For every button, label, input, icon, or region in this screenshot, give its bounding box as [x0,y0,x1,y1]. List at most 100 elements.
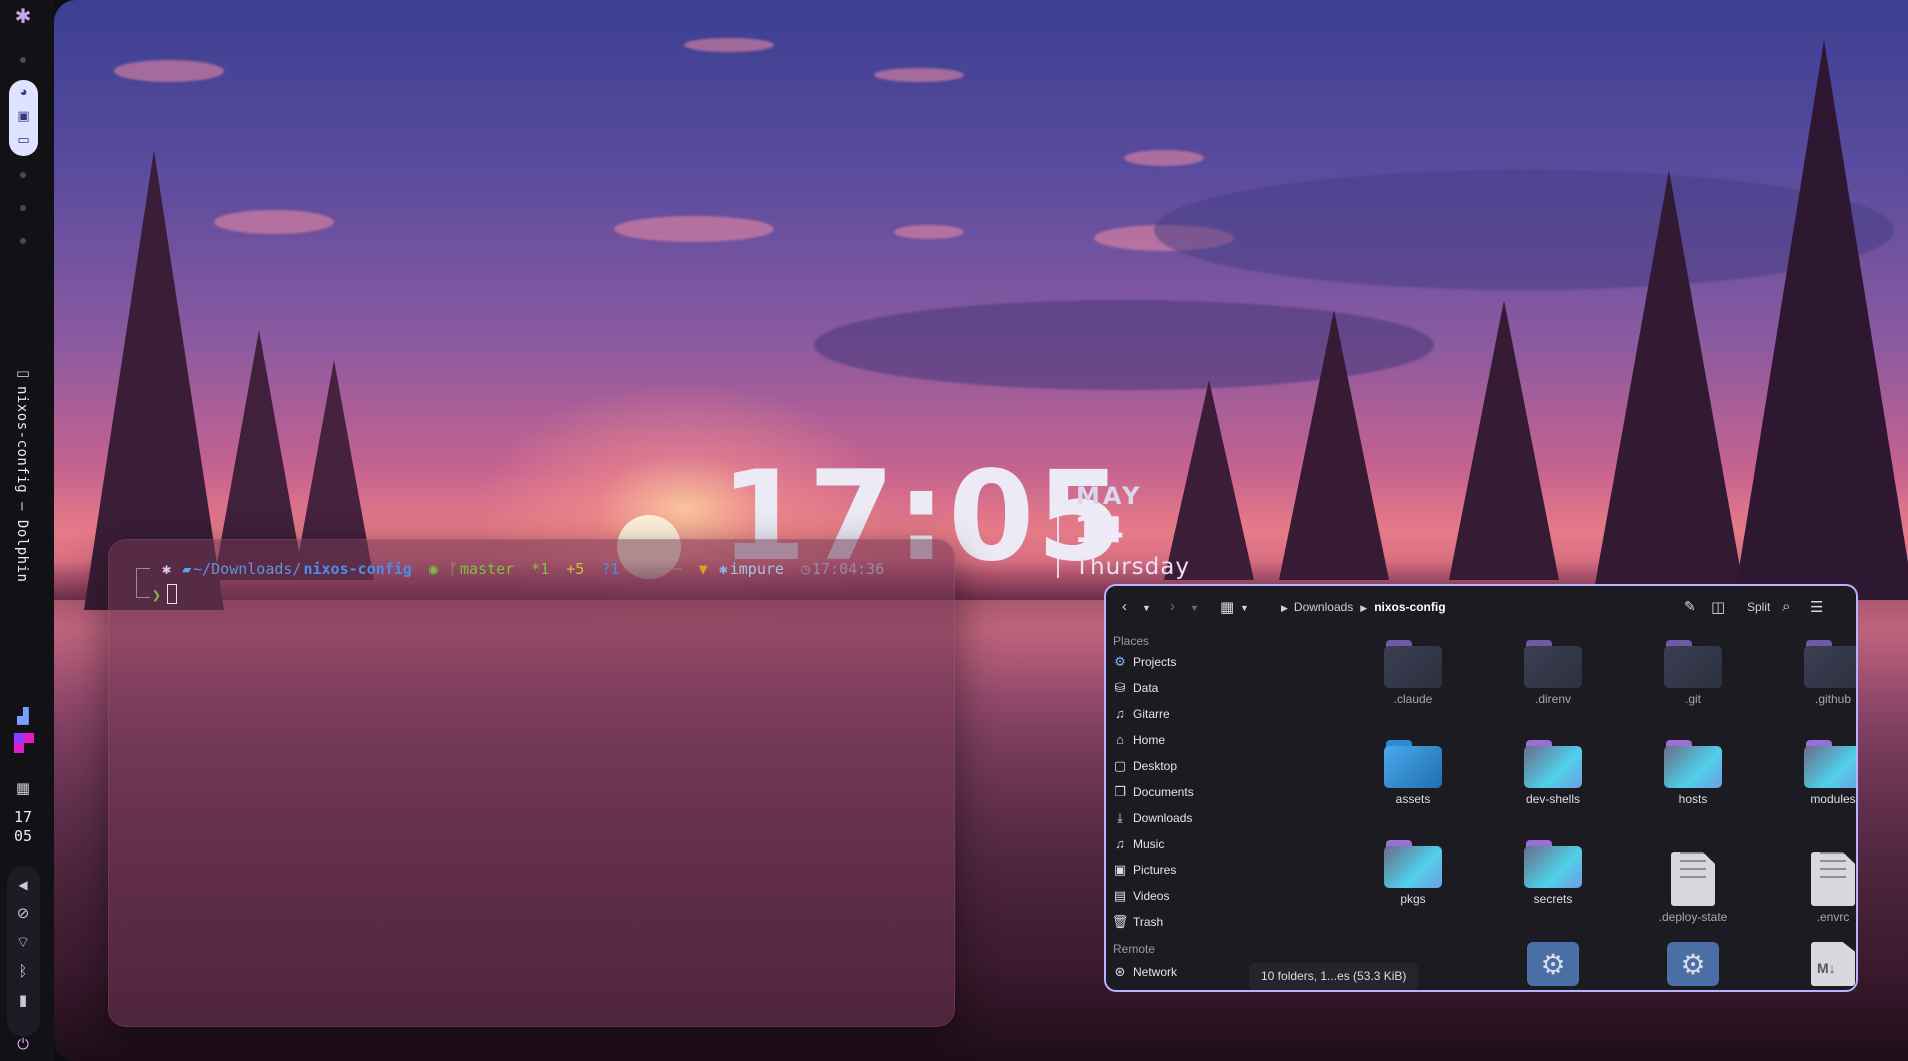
place-projects[interactable]: ⚙ Projects [1111,654,1271,675]
place-label: Projects [1133,655,1177,669]
mic-muted-icon[interactable]: ⊘ [0,905,46,923]
place-home[interactable]: ⌂ Home [1111,732,1271,753]
active-workspace[interactable]: ◕ ▣ ▭ [9,80,38,156]
file-item[interactable]: hosts [1633,738,1753,806]
file-name: .envrc [1816,910,1850,924]
folder-icon [1524,738,1582,788]
place-documents[interactable]: ❐ Documents [1111,784,1271,805]
calendar-icon[interactable]: ▦ [0,780,46,798]
file-item[interactable]: .github [1773,638,1856,706]
file-item[interactable]: M↓ [1773,942,1856,986]
pine-tree [1449,300,1559,580]
file-item[interactable]: secrets [1493,838,1613,906]
place-gitarre[interactable]: ♫ Gitarre [1111,706,1271,727]
command-line[interactable]: ❯ [152,584,178,604]
clock-divider [1057,482,1059,578]
file-item[interactable]: assets [1353,738,1473,806]
text-cursor [167,584,178,604]
clock-icon: ◷ [800,560,810,578]
split-button[interactable]: Split [1747,600,1770,614]
prompt-time: 17:04:36 [811,560,885,578]
pictures-icon: ▣ [1113,862,1127,877]
pine-tree [1279,310,1389,580]
env-marker: ▼ [698,560,708,578]
bluetooth-icon[interactable]: ᛒ [0,963,46,981]
view-mode-arrow-icon[interactable]: ▼ [1240,603,1249,613]
file-item[interactable]: .claude [1353,638,1473,706]
power-icon[interactable]: ⏻ [0,1036,46,1054]
pine-tree [1734,40,1908,600]
pine-tree [1164,380,1254,580]
desktop-clock-weekday: Thursday [1075,554,1190,580]
workspace-dot[interactable] [20,172,26,178]
place-music[interactable]: ♫ Music [1111,836,1271,857]
download-icon: ⤓ [1117,810,1123,825]
breadcrumb-nixos-config[interactable]: nixos-config [1374,600,1445,614]
file-item[interactable]: ⚙ [1493,942,1613,986]
file-item[interactable]: .git [1633,638,1753,706]
file-name: secrets [1533,892,1573,906]
folder-icon [1664,638,1722,688]
place-network[interactable]: ⊛ Network [1111,964,1271,985]
workspace-dot[interactable] [20,57,26,63]
place-pictures[interactable]: ▣ Pictures [1111,862,1271,883]
remote-header: Remote [1113,942,1156,956]
pine-tree [1594,170,1744,590]
file-name: .git [1684,692,1701,706]
folder-icon [1384,838,1442,888]
cloud [214,210,334,234]
file-item[interactable]: .deploy-state [1633,834,1753,924]
active-window-title[interactable]: nixos-config — Dolphin [14,386,30,582]
wifi-icon[interactable]: ⌔ [0,934,46,952]
file-item[interactable]: .envrc [1773,834,1856,924]
image-window-icon: ▣ [17,108,30,123]
file-item[interactable]: pkgs [1353,838,1473,906]
cloud [894,225,964,239]
place-trash[interactable]: 🗑 Trash [1111,914,1271,935]
place-videos[interactable]: ▤ Videos [1111,888,1271,909]
prompt-line: ✱ ▰ ~/Downloads/nixos-config ◉ ᚴ master *1… [162,560,886,578]
nixos-snowflake-icon[interactable]: ✱ [0,7,46,27]
forward-button[interactable]: › [1170,598,1175,615]
git-staged: *1 [531,560,550,578]
edit-location-icon[interactable]: ✎ [1684,598,1696,615]
projects-gear-icon: ⚙ [1114,654,1126,669]
hamburger-menu-icon[interactable]: ☰ [1810,598,1823,616]
terminal-window[interactable]: ✱ ▰ ~/Downloads/nixos-config ◉ ᚴ master *1… [108,539,955,1027]
file-item[interactable]: ⚙ [1633,942,1753,986]
panel-clock[interactable]: 17 05 [0,808,46,846]
place-label: Videos [1133,889,1170,903]
workspace-dot[interactable] [20,205,26,211]
battery-icon[interactable]: ▮ [0,992,46,1010]
breadcrumb-downloads[interactable]: Downloads [1294,600,1353,614]
places-panel: Places ⚙ Projects ⛁ Data ♫ Gitarre ⌂ Home ▢ D… [1106,630,1280,990]
crumb-arrow-icon: ▶ [1360,603,1368,613]
place-desktop[interactable]: ▢ Desktop [1111,758,1271,779]
workspace-dot[interactable] [20,238,26,244]
breadcrumb: ▶ Downloads ▶ nixos-config [1281,600,1446,614]
split-view-icon[interactable]: ◫ [1711,598,1725,616]
back-button[interactable]: ‹ [1122,598,1127,615]
tray-app-icon[interactable] [14,733,34,753]
chevron-left-icon[interactable]: ◀ [0,876,46,894]
forward-history-arrow-icon[interactable]: ▼ [1190,603,1199,613]
place-data[interactable]: ⛁ Data [1111,680,1271,701]
text-file-icon [1811,852,1855,906]
search-icon[interactable]: ⌕ [1782,598,1790,615]
file-item[interactable]: modules [1773,738,1856,806]
trash-icon: 🗑 [1111,914,1129,929]
file-item[interactable]: dev-shells [1493,738,1613,806]
folder-icon: ▰ [182,560,192,578]
file-item[interactable]: .direnv [1493,638,1613,706]
place-label: Gitarre [1133,707,1170,721]
place-label: Trash [1133,915,1164,929]
place-downloads[interactable]: ⤓ Downloads [1111,810,1271,831]
back-history-arrow-icon[interactable]: ▼ [1142,603,1151,613]
panel-clock-minute: 05 [13,827,33,845]
desktop-icon: ▢ [1113,758,1127,773]
music-icon: ♫ [1115,836,1125,851]
view-mode-icon[interactable]: ▦ [1220,598,1234,616]
place-label: Data [1133,681,1159,695]
dolphin-window[interactable]: ‹ ▼ › ▼ ▦ ▼ ▶ Downloads ▶ nixos-config ✎ ◫ … [1104,584,1858,992]
file-name: hosts [1678,792,1708,806]
